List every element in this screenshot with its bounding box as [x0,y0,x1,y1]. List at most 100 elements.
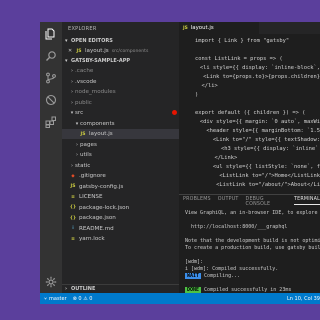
file-item[interactable]: JS layout.js [62,129,179,139]
file-item[interactable]: ◆ .gitignore [62,171,179,181]
line-gutter[interactable] [179,72,190,81]
tree-item-label: yarn.lock [79,236,105,242]
terminal-line: DONE Compiled successfully in 23ms [185,286,320,293]
code-text: import { Link } from "gatsby" [195,37,290,44]
terminal-text: http://localhost:8000/___graphql [185,223,288,230]
line-gutter[interactable] [172,108,195,117]
line-gutter[interactable] [179,63,193,72]
folder-item[interactable]: ▾ src [62,108,179,118]
code-line [179,99,320,108]
tree-item-label: README.md [79,225,114,232]
terminal-line: i [wdm]: Compiled successfully. [185,265,320,272]
tab-layout-js[interactable]: JS layout.js [179,22,259,34]
close-icon[interactable]: ✕ [68,48,75,54]
file-item[interactable]: JS gatsby-config.js [62,182,179,192]
line-gutter[interactable] [179,81,195,90]
status-badge: WAIT [185,272,202,279]
tree-item-label: .cache [75,68,94,74]
code-line: <ul style={{ listStyle: `none`, f [179,162,320,171]
bottom-panel: PROBLEMS OUTPUT DEBUG CONSOLE TERMINAL View… [179,194,320,304]
terminal-line: WAIT Compiling... [185,272,320,279]
panel-tab-problems[interactable]: PROBLEMS [183,197,211,205]
js-file-icon: JS [183,25,188,31]
outline-section[interactable]: › OUTLINE [62,284,179,293]
code-text: <li style={{ display: `inline-block`, [193,64,320,71]
file-type-icon: ◆ [71,173,75,179]
panel-tab-debug-console[interactable]: DEBUG CONSOLE [246,197,287,207]
tree-item-label: src [75,110,84,116]
search-icon[interactable] [44,49,58,63]
file-item[interactable]: ≡ LICENSE [62,192,179,202]
file-item[interactable]: {} package.json [62,213,179,223]
code-text: export default ({ children }) => ( [195,109,306,116]
line-gutter[interactable] [179,54,195,63]
folder-item[interactable]: › utils [62,150,179,160]
code-text: <ul style={{ listStyle: `none`, f [193,163,320,170]
line-gutter[interactable] [179,117,193,126]
folder-item[interactable]: › static [62,161,179,171]
code-text: <Link to={props.to}>{props.children} [190,73,320,80]
breakpoint-icon[interactable] [172,110,177,115]
folder-item[interactable]: › .vscode [62,77,179,87]
code-line: export default ({ children }) => ( [172,108,320,117]
line-gutter[interactable] [179,153,195,162]
open-editors-header[interactable]: ▾ OPEN EDITORS [62,37,179,45]
line-gutter[interactable] [179,126,193,135]
line-gutter[interactable] [179,144,195,153]
code-line: <ListLink to="/about/">About</Li [179,180,320,189]
terminal-output[interactable]: View GraphiQL, an in-browser IDE, to exp… [185,209,320,304]
terminal-line: [wdm]: [185,258,320,265]
line-gutter[interactable] [179,171,193,180]
file-item[interactable]: {} package-lock.json [62,203,179,213]
files-icon[interactable] [44,27,58,41]
file-item[interactable]: i README.md [62,224,179,234]
code-text: const ListLink = props => ( [195,55,283,62]
file-type-icon: {} [69,205,77,210]
panel-tab-terminal[interactable]: TERMINAL [294,197,320,205]
settings-gear-icon[interactable] [44,275,58,289]
extensions-icon[interactable] [44,115,58,129]
line-gutter[interactable] [179,45,195,54]
branch-indicator[interactable]: ⑂ master [44,296,67,302]
tree-item-label: package-lock.json [79,204,130,211]
code-editor[interactable]: import { Link } from "gatsby" const ListL… [172,34,320,194]
explorer-sidebar: EXPLORER ▾ OPEN EDITORS ✕ JS layout.js s… [62,22,179,293]
line-gutter[interactable] [179,36,195,45]
folder-item[interactable]: › pages [62,140,179,150]
folder-item[interactable]: › node_modules [62,87,179,97]
tree-item-label: pages [80,141,97,148]
tree-item-label: public [75,99,92,106]
code-text: <h3 style={{ display: `inline` [195,145,319,152]
line-gutter[interactable] [179,180,190,189]
explorer-title: EXPLORER [68,26,97,32]
git-branch-icon: ⑂ [44,295,48,302]
code-line: import { Link } from "gatsby" [179,36,320,45]
line-gutter[interactable] [179,162,193,171]
code-text: <ListLink to="/about/">About</Li [190,181,320,188]
code-text: <header style={{ marginBottom: `1.5 [193,127,320,134]
open-editor-item[interactable]: ✕ JS layout.js src/components [62,46,179,56]
code-text: <Link to="/" style={{ textShadow: [193,136,320,143]
file-item[interactable]: ≡ yarn.lock [62,234,179,244]
code-line: const ListLink = props => ( [179,54,320,63]
line-gutter[interactable] [179,90,195,99]
problems-indicator[interactable]: ⊗ 0 ⚠ 0 [73,296,93,302]
code-line: <div style={{ margin: `0 auto`, maxWi [179,117,320,126]
workspace-header[interactable]: ▾ GATSBY-SAMPLE-APP [62,57,179,65]
folder-item[interactable]: ▾ components [62,119,179,129]
status-badge: DONE [185,286,202,293]
outline-header[interactable]: › OUTLINE [62,285,179,293]
line-gutter[interactable] [179,99,195,108]
folder-item[interactable]: › public [62,98,179,108]
panel-tab-output[interactable]: OUTPUT [218,197,239,205]
source-control-icon[interactable] [44,71,58,85]
terminal-line: View GraphiQL, an in-browser IDE, to exp… [185,209,320,216]
file-type-icon: ≡ [71,194,75,200]
cursor-position[interactable]: Ln 10, Col 39 [287,296,320,302]
debug-icon[interactable] [44,93,58,107]
folder-item[interactable]: › .cache [62,66,179,76]
line-gutter[interactable] [179,135,193,144]
code-line: </Link> [179,153,320,162]
